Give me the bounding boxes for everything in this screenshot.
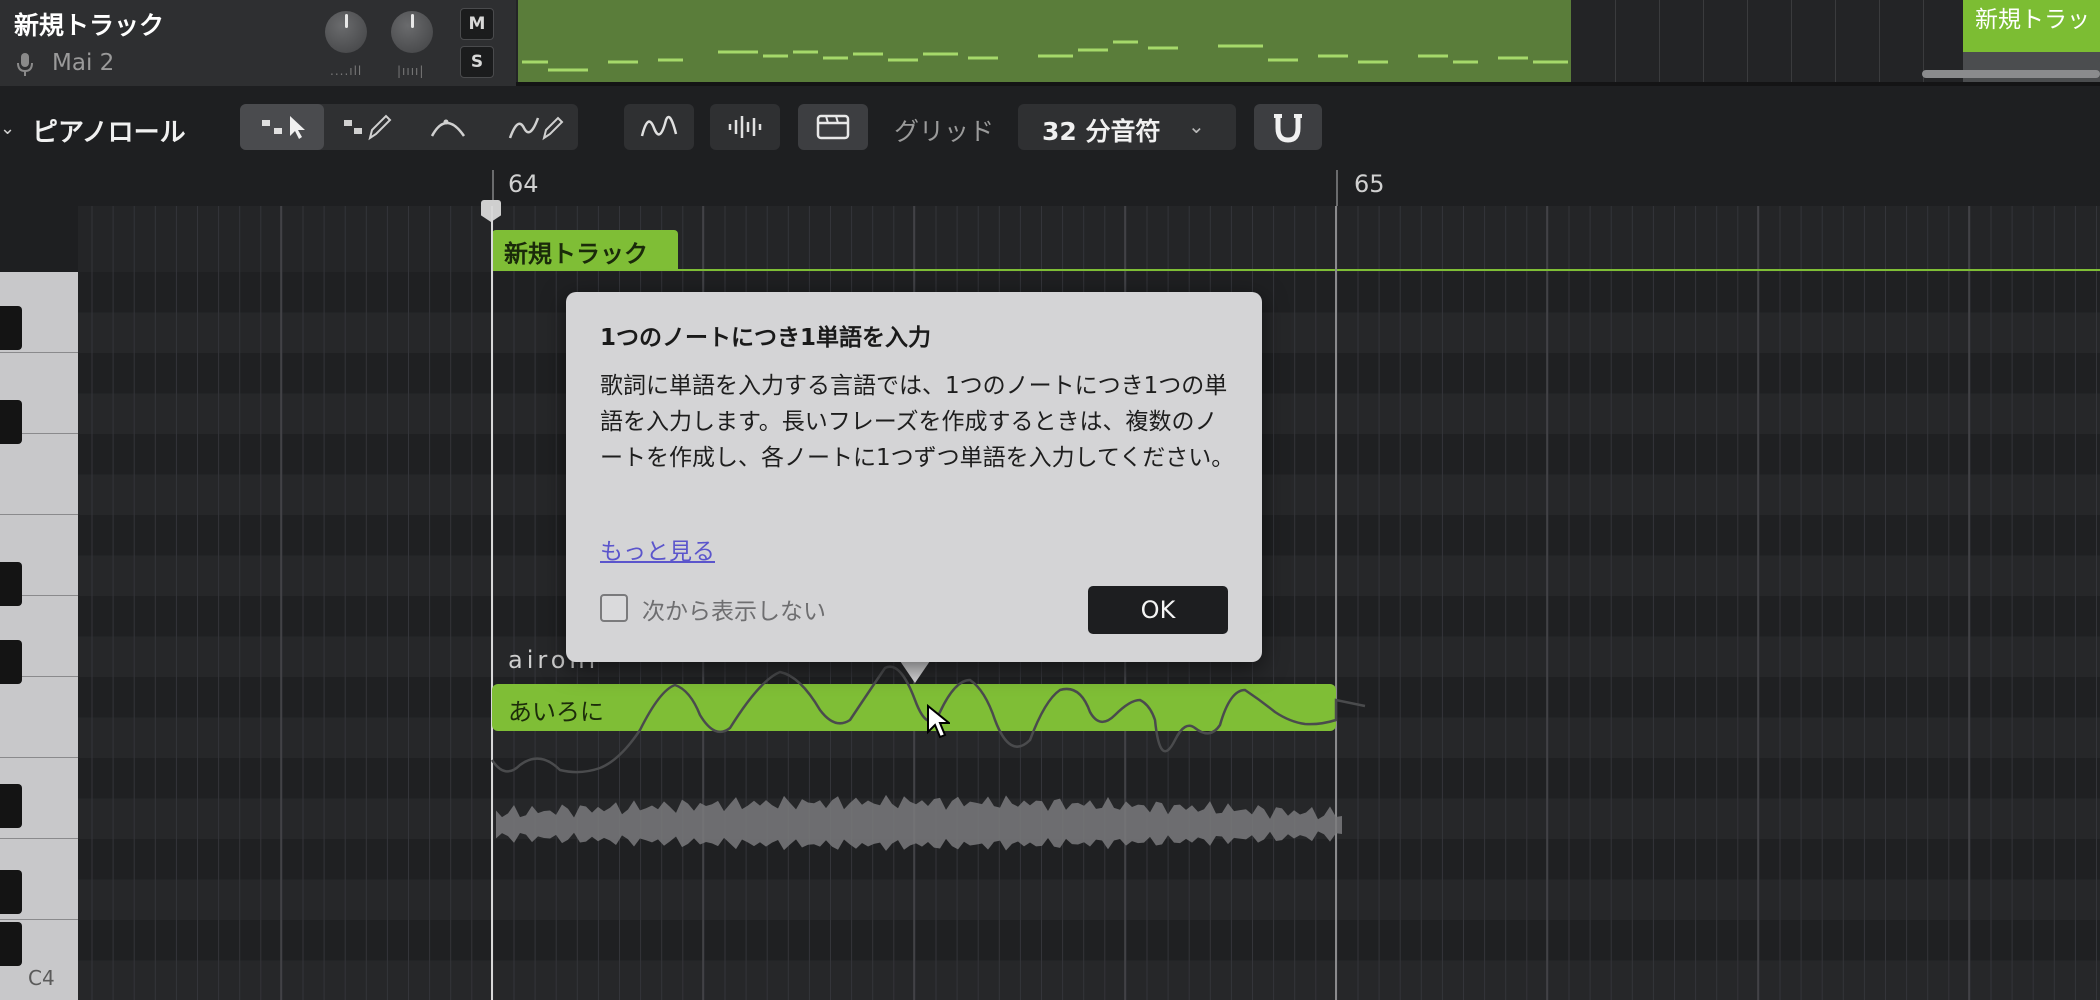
grid-dropdown-value: 32 分音符 [1042,117,1161,146]
note-lyric[interactable]: あいろに [508,692,604,727]
piano-keyboard[interactable]: C4 [0,272,78,1000]
volume-knob[interactable] [325,11,367,53]
volume-knob-scale: ....ıll [330,64,363,78]
piano-black-key[interactable] [0,400,22,444]
track-region-label: 新規トラック [504,240,648,268]
pitch-view-toggle[interactable] [624,104,694,150]
mute-button[interactable]: M [460,8,494,40]
pitch-curve-view-icon [640,115,678,137]
select-note-tool-icon [262,116,305,139]
c4-key-label: C4 [28,966,55,990]
edit-tool-group [240,104,578,150]
clip-view-toggle[interactable] [798,104,868,150]
track-clip[interactable] [518,0,1571,82]
pitch-curve-tool-icon [430,119,466,137]
track-header: 新規トラック Mai 2 ....ıll |ıııı| M S 新規トラッ [0,0,2100,86]
popover-title: 1つのノートにつき1単語を入力 [600,325,932,351]
microphone-icon [17,53,33,76]
timeline-empty-area[interactable] [1571,0,1963,82]
learn-more-link[interactable]: もっと見る [600,532,715,566]
piano-black-key[interactable] [0,306,22,350]
horizontal-scrollbar[interactable] [1922,70,2100,78]
piano-black-key[interactable] [0,870,22,914]
track-name[interactable]: 新規トラック [14,6,164,42]
pitch-pencil-tool-icon [508,116,564,141]
grid-label: グリッド [894,117,995,146]
track-region-line [492,269,2100,271]
solo-button[interactable]: S [460,46,494,78]
note-block[interactable]: あいろに [492,684,1336,731]
piano-white-key[interactable] [0,677,78,758]
bar-number-64: 64 [508,170,539,198]
piano-black-key[interactable] [0,784,22,828]
bar-number-65: 65 [1354,170,1385,198]
clip-note-preview [522,40,1568,72]
ok-button[interactable]: OK [1088,586,1228,634]
panel-title: ピアノロール [32,118,186,148]
piano-black-key[interactable] [0,922,22,966]
pan-knob-scale: |ıııı| [397,64,425,78]
pitch-pencil-tool-button[interactable] [492,104,578,150]
waveform-view-toggle[interactable] [710,104,780,150]
magnet-snap-icon [1274,114,1302,143]
popover-body: 歌詞に単語を入力する言語では、1つのノートにつき1つの単語を入力します。長いフレ… [600,373,1235,471]
waveform-view-icon [728,116,762,138]
piano-roll-toolbar: ⌄ ピアノロール グリッド 32 分音符 ⌄ [0,86,2100,170]
pan-knob[interactable] [391,11,433,53]
dont-show-again-checkbox[interactable] [600,594,628,622]
voice-name[interactable]: Mai 2 [52,50,114,76]
mouse-cursor-icon [927,704,950,739]
chevron-down-icon: ⌄ [1188,114,1205,138]
pencil-note-tool-icon [344,114,392,141]
track-info-panel[interactable]: 新規トラック Mai 2 ....ıll |ıııı| M S [0,0,516,86]
timeline-ruler[interactable]: 64 65 [0,170,2100,206]
piano-black-key[interactable] [0,640,22,684]
grid-dropdown[interactable]: 32 分音符 ⌄ [1018,104,1236,150]
pencil-tool-button[interactable] [324,104,408,150]
chevron-down-icon[interactable]: ⌄ [0,118,15,139]
snap-toggle-button[interactable] [1254,104,1322,150]
track-region-tab[interactable]: 新規トラック [492,230,678,270]
next-track-clip-label: 新規トラッ [1975,7,2090,33]
piano-black-key[interactable] [0,562,22,606]
piano-white-key[interactable] [0,434,78,515]
clip-view-icon [816,114,850,140]
select-tool-button[interactable] [240,104,324,150]
tip-popover: 1つのノートにつき1単語を入力 歌詞に単語を入力する言語では、1つのノートにつき… [566,292,1262,662]
dont-show-again-label[interactable]: 次から表示しない [642,592,826,626]
pitch-curve-tool-button[interactable] [408,104,492,150]
